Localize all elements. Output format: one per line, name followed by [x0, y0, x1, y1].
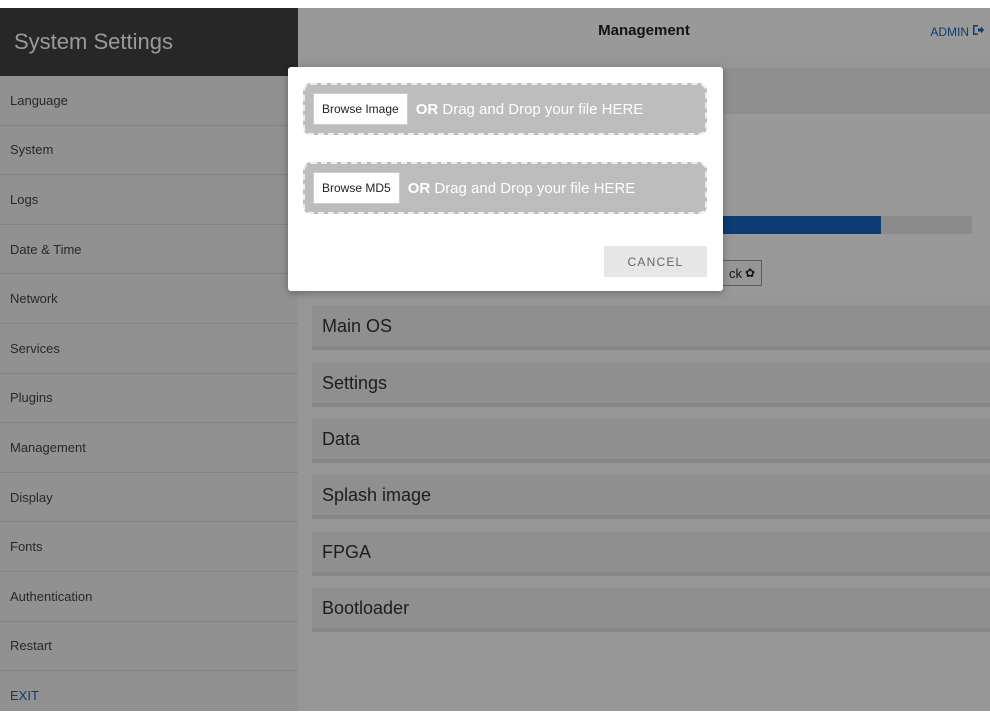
image-dropzone[interactable]: Browse Image OR Drag and Drop your file …	[303, 83, 707, 135]
browse-md5-button[interactable]: Browse MD5	[313, 172, 400, 204]
image-drop-text: OR Drag and Drop your file HERE	[415, 100, 644, 118]
cancel-button[interactable]: CANCEL	[604, 246, 707, 277]
md5-dropzone[interactable]: Browse MD5 OR Drag and Drop your file HE…	[303, 162, 707, 214]
browse-image-button[interactable]: Browse Image	[313, 93, 408, 125]
upload-dialog: Browse Image OR Drag and Drop your file …	[288, 67, 723, 291]
md5-drop-text: OR Drag and Drop your file HERE	[407, 179, 636, 197]
